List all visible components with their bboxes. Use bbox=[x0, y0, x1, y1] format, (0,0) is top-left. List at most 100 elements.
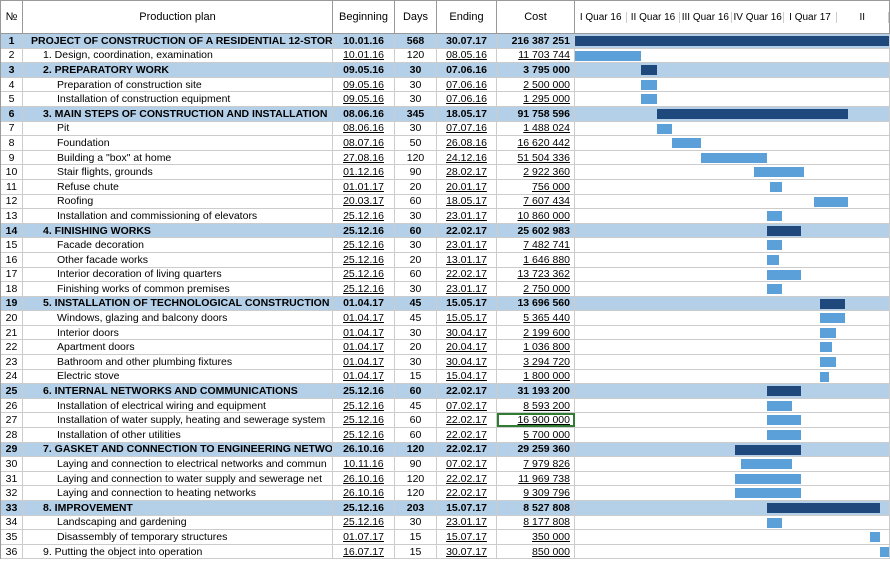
task-cost[interactable]: 1 036 800 bbox=[497, 340, 575, 354]
task-row[interactable]: 18Finishing works of common premises25.1… bbox=[1, 282, 890, 297]
task-ending[interactable]: 07.02.17 bbox=[437, 457, 497, 471]
task-ending[interactable]: 22.02.17 bbox=[437, 486, 497, 500]
task-beginning[interactable]: 25.12.16 bbox=[333, 516, 395, 530]
task-days[interactable]: 60 bbox=[395, 428, 437, 442]
task-row[interactable]: 21. Design, coordination, examination10.… bbox=[1, 49, 890, 64]
task-ending[interactable]: 22.02.17 bbox=[437, 268, 497, 282]
task-ending[interactable]: 07.07.16 bbox=[437, 122, 497, 136]
task-ending[interactable]: 30.04.17 bbox=[437, 355, 497, 369]
task-cost[interactable]: 850 000 bbox=[497, 545, 575, 559]
task-cost[interactable]: 91 758 596 bbox=[497, 107, 575, 121]
gantt-bar[interactable] bbox=[767, 386, 802, 396]
task-beginning[interactable]: 01.12.16 bbox=[333, 165, 395, 179]
task-days[interactable]: 120 bbox=[395, 151, 437, 165]
gantt-bar[interactable] bbox=[767, 270, 802, 280]
task-beginning[interactable]: 01.07.17 bbox=[333, 530, 395, 544]
task-beginning[interactable]: 25.12.16 bbox=[333, 282, 395, 296]
gantt-bar[interactable] bbox=[741, 459, 791, 469]
gantt-bar[interactable] bbox=[767, 401, 792, 411]
task-beginning[interactable]: 01.04.17 bbox=[333, 311, 395, 325]
task-days[interactable]: 45 bbox=[395, 297, 437, 311]
task-ending[interactable]: 18.05.17 bbox=[437, 195, 497, 209]
task-row[interactable]: 5Installation of construction equipment0… bbox=[1, 92, 890, 107]
task-days[interactable]: 120 bbox=[395, 443, 437, 457]
task-ending[interactable]: 07.02.17 bbox=[437, 399, 497, 413]
task-ending[interactable]: 22.02.17 bbox=[437, 384, 497, 398]
task-beginning[interactable]: 25.12.16 bbox=[333, 224, 395, 238]
task-cost[interactable]: 8 527 808 bbox=[497, 501, 575, 515]
task-ending[interactable]: 07.06.16 bbox=[437, 78, 497, 92]
task-beginning[interactable]: 26.10.16 bbox=[333, 486, 395, 500]
gantt-bar[interactable] bbox=[657, 109, 849, 119]
task-beginning[interactable]: 01.04.17 bbox=[333, 355, 395, 369]
task-beginning[interactable]: 16.07.17 bbox=[333, 545, 395, 559]
gantt-bar[interactable] bbox=[754, 167, 804, 177]
task-row[interactable]: 31Laying and connection to water supply … bbox=[1, 472, 890, 487]
task-beginning[interactable]: 25.12.16 bbox=[333, 399, 395, 413]
gantt-bar[interactable] bbox=[820, 299, 845, 309]
gantt-bar[interactable] bbox=[701, 153, 767, 163]
task-ending[interactable]: 22.02.17 bbox=[437, 413, 497, 427]
task-ending[interactable]: 22.02.17 bbox=[437, 224, 497, 238]
task-cost[interactable]: 3 795 000 bbox=[497, 63, 575, 77]
task-beginning[interactable]: 01.04.17 bbox=[333, 370, 395, 384]
task-beginning[interactable]: 25.12.16 bbox=[333, 268, 395, 282]
task-row[interactable]: 12Roofing20.03.176018.05.177 607 434 bbox=[1, 195, 890, 210]
task-days[interactable]: 120 bbox=[395, 486, 437, 500]
task-beginning[interactable]: 10.11.16 bbox=[333, 457, 395, 471]
gantt-bar[interactable] bbox=[767, 284, 783, 294]
task-days[interactable]: 30 bbox=[395, 326, 437, 340]
task-days[interactable]: 345 bbox=[395, 107, 437, 121]
task-beginning[interactable]: 10.01.16 bbox=[333, 49, 395, 63]
task-ending[interactable]: 22.02.17 bbox=[437, 428, 497, 442]
task-row[interactable]: 16Other facade works25.12.162013.01.171 … bbox=[1, 253, 890, 268]
gantt-bar[interactable] bbox=[575, 51, 641, 61]
task-ending[interactable]: 07.06.16 bbox=[437, 92, 497, 106]
task-ending[interactable]: 23.01.17 bbox=[437, 516, 497, 530]
task-row[interactable]: 9Building a "box" at home27.08.1612024.1… bbox=[1, 151, 890, 166]
task-cost[interactable]: 216 387 251 bbox=[497, 34, 575, 48]
task-beginning[interactable]: 08.06.16 bbox=[333, 122, 395, 136]
task-cost[interactable]: 7 482 741 bbox=[497, 238, 575, 252]
task-cost[interactable]: 7 607 434 bbox=[497, 195, 575, 209]
task-row[interactable]: 23Bathroom and other plumbing fixtures01… bbox=[1, 355, 890, 370]
task-row[interactable]: 17Interior decoration of living quarters… bbox=[1, 268, 890, 283]
task-cost[interactable]: 13 696 560 bbox=[497, 297, 575, 311]
task-days[interactable]: 20 bbox=[395, 253, 437, 267]
task-cost[interactable]: 16 900 000 bbox=[497, 413, 575, 427]
task-row[interactable]: 10Stair flights, grounds01.12.169028.02.… bbox=[1, 165, 890, 180]
task-beginning[interactable]: 09.05.16 bbox=[333, 92, 395, 106]
task-beginning[interactable]: 01.04.17 bbox=[333, 340, 395, 354]
task-days[interactable]: 60 bbox=[395, 413, 437, 427]
task-ending[interactable]: 23.01.17 bbox=[437, 238, 497, 252]
task-cost[interactable]: 3 294 720 bbox=[497, 355, 575, 369]
task-ending[interactable]: 20.01.17 bbox=[437, 180, 497, 194]
task-days[interactable]: 50 bbox=[395, 136, 437, 150]
gantt-bar[interactable] bbox=[575, 36, 889, 46]
task-days[interactable]: 60 bbox=[395, 224, 437, 238]
task-row[interactable]: 338. IMPROVEMENT25.12.1620315.07.178 527… bbox=[1, 501, 890, 516]
task-cost[interactable]: 8 593 200 bbox=[497, 399, 575, 413]
task-cost[interactable]: 8 177 808 bbox=[497, 516, 575, 530]
task-beginning[interactable]: 25.12.16 bbox=[333, 253, 395, 267]
task-cost[interactable]: 2 750 000 bbox=[497, 282, 575, 296]
task-ending[interactable]: 15.07.17 bbox=[437, 530, 497, 544]
task-cost[interactable]: 2 199 600 bbox=[497, 326, 575, 340]
task-days[interactable]: 20 bbox=[395, 340, 437, 354]
task-row[interactable]: 63. MAIN STEPS OF CONSTRUCTION AND INSTA… bbox=[1, 107, 890, 122]
gantt-bar[interactable] bbox=[767, 430, 802, 440]
task-ending[interactable]: 26.08.16 bbox=[437, 136, 497, 150]
task-ending[interactable]: 22.02.17 bbox=[437, 472, 497, 486]
task-cost[interactable]: 5 365 440 bbox=[497, 311, 575, 325]
task-row[interactable]: 4Preparation of construction site09.05.1… bbox=[1, 78, 890, 93]
task-ending[interactable]: 15.07.17 bbox=[437, 501, 497, 515]
task-beginning[interactable]: 01.04.17 bbox=[333, 326, 395, 340]
gantt-bar[interactable] bbox=[767, 240, 783, 250]
task-beginning[interactable]: 08.07.16 bbox=[333, 136, 395, 150]
task-row[interactable]: 144. FINISHING WORKS25.12.166022.02.1725… bbox=[1, 224, 890, 239]
task-cost[interactable]: 11 969 738 bbox=[497, 472, 575, 486]
task-row[interactable]: 32Laying and connection to heating netwo… bbox=[1, 486, 890, 501]
gantt-bar[interactable] bbox=[820, 313, 845, 323]
task-days[interactable]: 15 bbox=[395, 530, 437, 544]
task-ending[interactable]: 15.05.17 bbox=[437, 297, 497, 311]
